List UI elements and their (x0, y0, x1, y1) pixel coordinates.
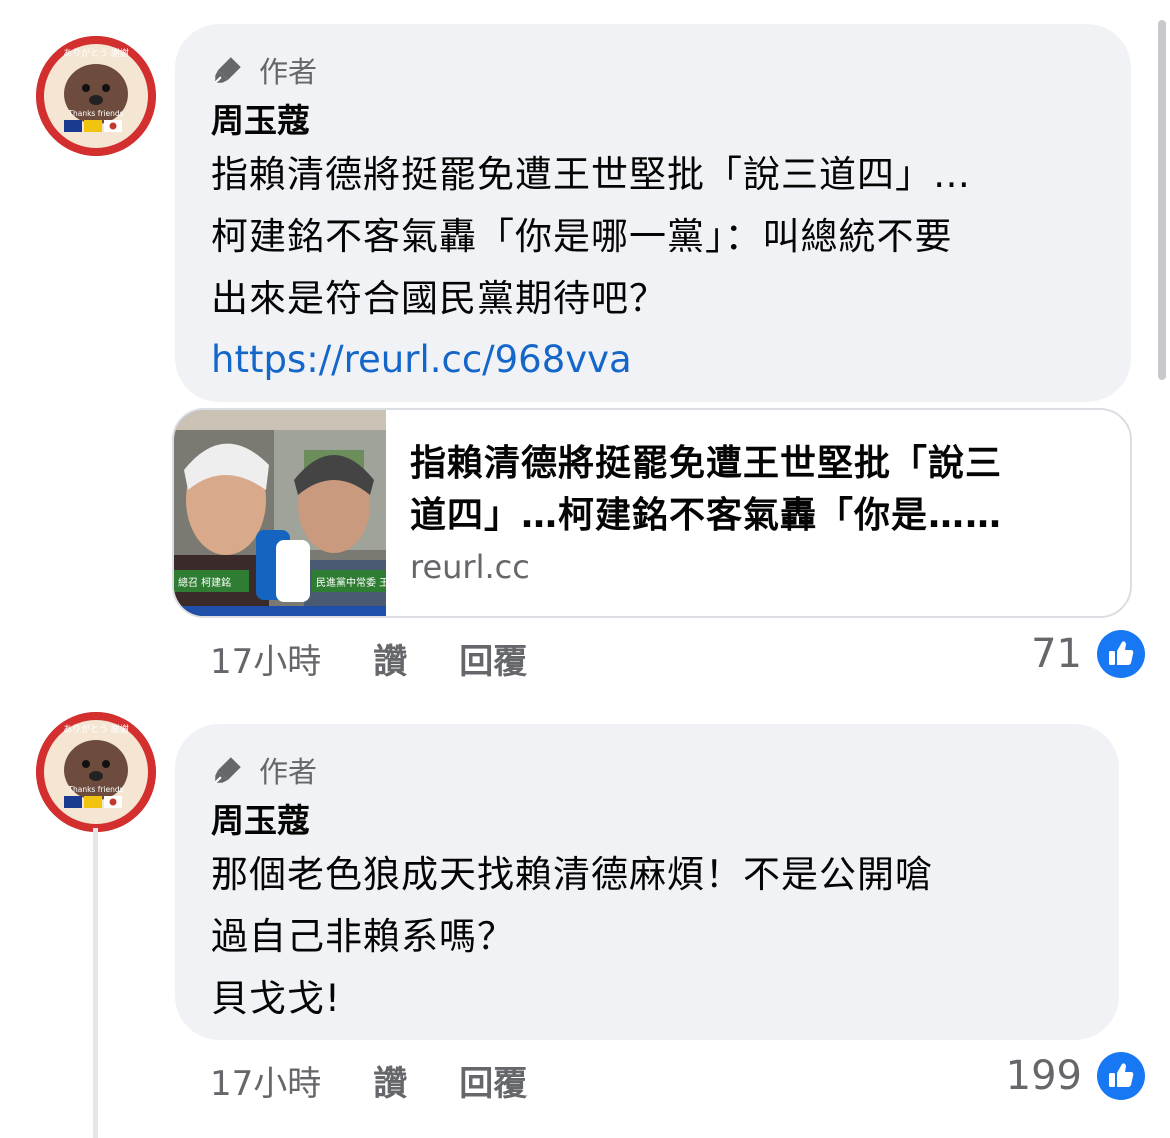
link-preview-card[interactable]: 總召 柯建銘 民進黨中常委 王 指賴清德將挺罷免遭王世堅批「說三 道四」…柯建銘… (172, 408, 1132, 618)
reply-button[interactable]: 回覆 (459, 634, 527, 683)
avatar-text-top: ありがとう 謝謝 (63, 47, 129, 59)
avatar-text-bottom: Thanks friends (67, 785, 123, 794)
reaction-count[interactable]: 199 (1006, 1048, 1146, 1104)
microphone-pen-icon (214, 757, 241, 784)
comment-text: 指賴清德將挺罷免遭王世堅批「說三道四」… 柯建銘不客氣轟「你是哪一黨」：叫總統不… (211, 153, 971, 320)
comment-timestamp[interactable]: 17小時 (210, 1056, 321, 1105)
reply-button[interactable]: 回覆 (459, 1056, 527, 1105)
scrollbar[interactable] (1158, 20, 1166, 380)
thread-line (93, 828, 98, 1138)
microphone-pen-icon (214, 57, 241, 84)
link-preview-domain: reurl.cc (410, 548, 530, 586)
author-badge-label: 作者 (259, 755, 318, 789)
comment-actions: 17小時 讚 回覆 (210, 1052, 579, 1108)
thumbs-up-icon (1097, 1052, 1145, 1100)
like-button[interactable]: 讚 (373, 1056, 407, 1105)
reaction-count[interactable]: 71 (1031, 626, 1146, 682)
author-badge: 作者 (211, 50, 1095, 90)
avatar[interactable]: ありがとう 謝謝 Thanks friends (36, 36, 156, 156)
thumbs-up-icon (1097, 630, 1145, 678)
author-badge-label: 作者 (259, 55, 318, 89)
comment-bubble: 作者 周玉蔻 指賴清德將挺罷免遭王世堅批「說三道四」… 柯建銘不客氣轟「你是哪一… (175, 24, 1131, 402)
author-badge: 作者 (211, 750, 1083, 790)
comment-actions: 17小時 讚 回覆 (210, 630, 579, 686)
comment-bubble: 作者 周玉蔻 那個老色狼成天找賴清德麻煩！不是公開嗆 過自己非賴系嗎？ 貝戈戈! (175, 724, 1119, 1040)
comment-timestamp[interactable]: 17小時 (210, 634, 321, 683)
author-name[interactable]: 周玉蔻 (211, 98, 1095, 144)
comment-link[interactable]: https://reurl.cc/968vva (211, 330, 1095, 390)
like-button[interactable]: 讚 (373, 634, 407, 683)
like-count: 199 (1005, 1053, 1082, 1099)
avatar[interactable]: ありがとう 謝謝 Thanks friends (36, 712, 156, 832)
avatar-text-bottom: Thanks friends (67, 109, 123, 118)
avatar-image: ありがとう 謝謝 Thanks friends (36, 712, 156, 832)
link-preview-thumbnail: 總召 柯建銘 民進黨中常委 王 (174, 410, 386, 616)
avatar-text-top: ありがとう 謝謝 (63, 723, 129, 735)
avatar-image: ありがとう 謝謝 Thanks friends (36, 36, 156, 156)
thumbnail-caption-right: 民進黨中常委 王 (316, 576, 386, 589)
comment-text: 那個老色狼成天找賴清德麻煩！不是公開嗆 過自己非賴系嗎？ 貝戈戈! (211, 853, 933, 1020)
link-preview-title[interactable]: 指賴清德將挺罷免遭王世堅批「說三 道四」…柯建銘不客氣轟「你是…… (410, 438, 1100, 542)
like-count: 71 (1031, 631, 1082, 677)
thumbnail-caption-left: 總召 柯建銘 (178, 576, 231, 589)
author-name[interactable]: 周玉蔻 (211, 798, 1083, 844)
